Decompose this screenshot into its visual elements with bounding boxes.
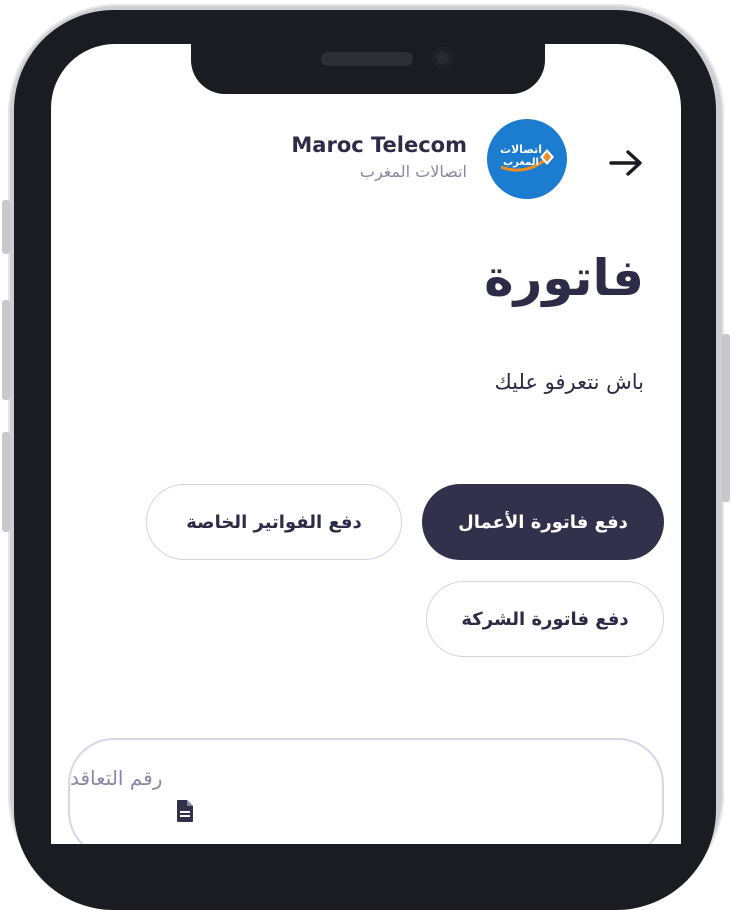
back-button[interactable]	[602, 139, 650, 187]
page-subtitle: باش نتعرفو عليك	[494, 370, 644, 394]
option-label: دفع فاتورة الأعمال	[458, 511, 628, 533]
svg-text:اتصالات: اتصالات	[500, 143, 542, 156]
brand-subtitle: اتصالات المغرب	[359, 162, 467, 181]
arrow-right-icon	[609, 150, 642, 176]
option-business-bill[interactable]: دفع فاتورة الأعمال	[422, 484, 664, 560]
screen: اتصالات المغرب Maroc Telecom اتصالات الم…	[51, 44, 681, 844]
maroc-telecom-logo-icon: اتصالات المغرب	[500, 143, 554, 172]
brand-name: Maroc Telecom	[291, 133, 467, 157]
option-label: دفع فاتورة الشركة	[461, 608, 629, 630]
phone-side-button	[722, 334, 730, 502]
document-icon	[176, 766, 194, 844]
option-company-bill[interactable]: دفع فاتورة الشركة	[426, 581, 664, 657]
option-private-bills[interactable]: دفع الفواتير الخاصة	[146, 484, 402, 560]
contract-number-field[interactable]: رقم التعاقد	[68, 738, 664, 844]
front-camera	[432, 47, 454, 69]
brand-logo: اتصالات المغرب	[487, 119, 567, 199]
svg-text:المغرب: المغرب	[503, 157, 539, 168]
option-label: دفع الفواتير الخاصة	[186, 511, 362, 533]
page-title: فاتورة	[484, 249, 644, 307]
phone-side-button	[2, 200, 10, 254]
brand-info: Maroc Telecom اتصالات المغرب	[291, 132, 467, 184]
phone-side-button	[2, 432, 10, 532]
contract-number-placeholder: رقم التعاقد	[70, 766, 163, 790]
speaker-grille	[321, 52, 413, 66]
phone-side-button	[2, 300, 10, 400]
notch	[191, 44, 545, 94]
